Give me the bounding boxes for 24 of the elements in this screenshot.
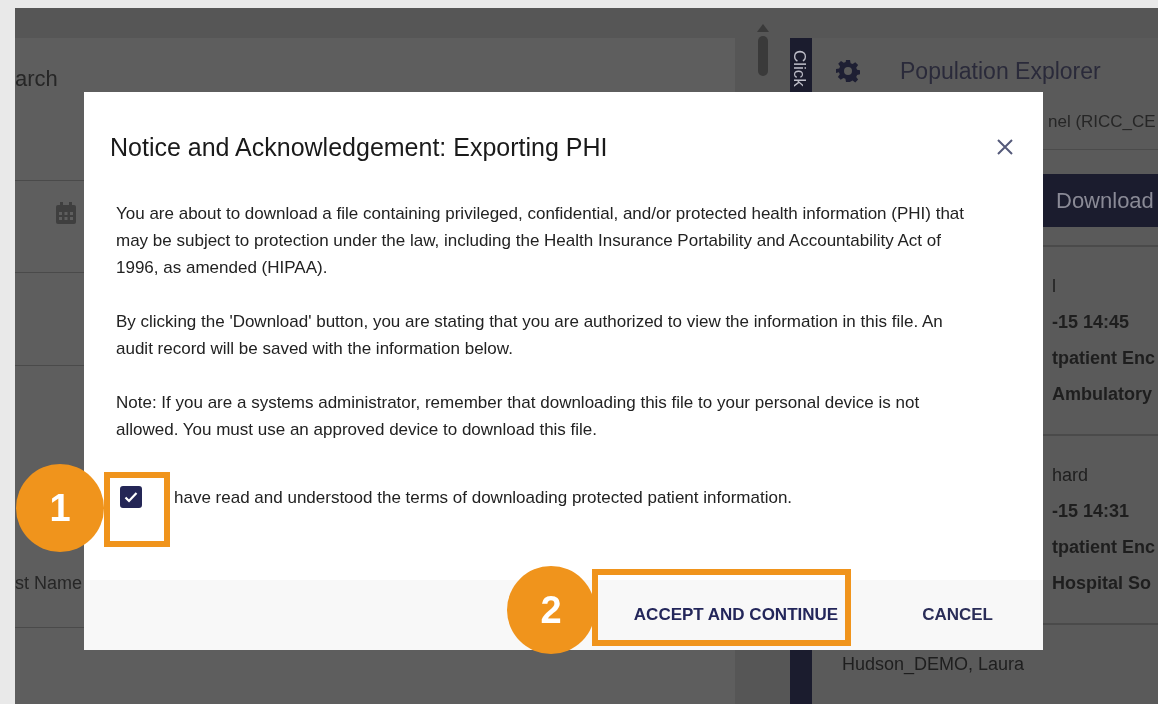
scrollbar-thumb[interactable] <box>758 36 768 76</box>
dialog-title: Notice and Acknowledgement: Exporting PHI <box>110 132 608 162</box>
check-icon <box>124 491 138 503</box>
notice-paragraph: By clicking the 'Download' button, you are stating that you are authorized to view the information in this file. An audit record will be saved with the information below. <box>116 311 944 360</box>
panel-title: arch <box>15 66 58 91</box>
calendar-icon <box>55 201 77 225</box>
record-detail: Ambulatory <box>1052 383 1153 406</box>
record-detail: -15 14:31 <box>1052 500 1131 523</box>
checkbox[interactable] <box>120 486 142 508</box>
record-detail: -15 14:45 <box>1052 311 1131 334</box>
scroll-up-icon[interactable] <box>757 24 769 32</box>
accept-button[interactable]: ACCEPT AND CONTINUE <box>629 596 843 634</box>
cancel-button[interactable]: CANCEL <box>918 596 997 634</box>
download-button[interactable]: Download <box>1042 174 1158 227</box>
notice-paragraph: Note: If you are a systems administrator, remember that downloading this file to your personal device is not allowed. You must use an approved device to download this file. <box>116 392 921 441</box>
record-detail: tpatient Enc <box>1052 347 1156 370</box>
notice-paragraph: You are about to download a file containing privileged, confidential, and/or protected health information (PHI) that may be subject to protection under the law, including the Health Insurance Portability and Accountability Act of 1996, as amended (HIPAA). <box>116 203 966 279</box>
patient-name: hard <box>1052 464 1090 487</box>
field-label: st Name <box>15 572 83 595</box>
settings-icon[interactable] <box>836 59 860 84</box>
record-detail: tpatient Enc <box>1052 536 1156 559</box>
record-detail: Hospital So <box>1052 572 1152 595</box>
checkbox-label: have read and understood the terms of downloading protected patient information. <box>174 486 793 509</box>
patient-name: Hudson_DEMO, Laura <box>842 653 1026 677</box>
